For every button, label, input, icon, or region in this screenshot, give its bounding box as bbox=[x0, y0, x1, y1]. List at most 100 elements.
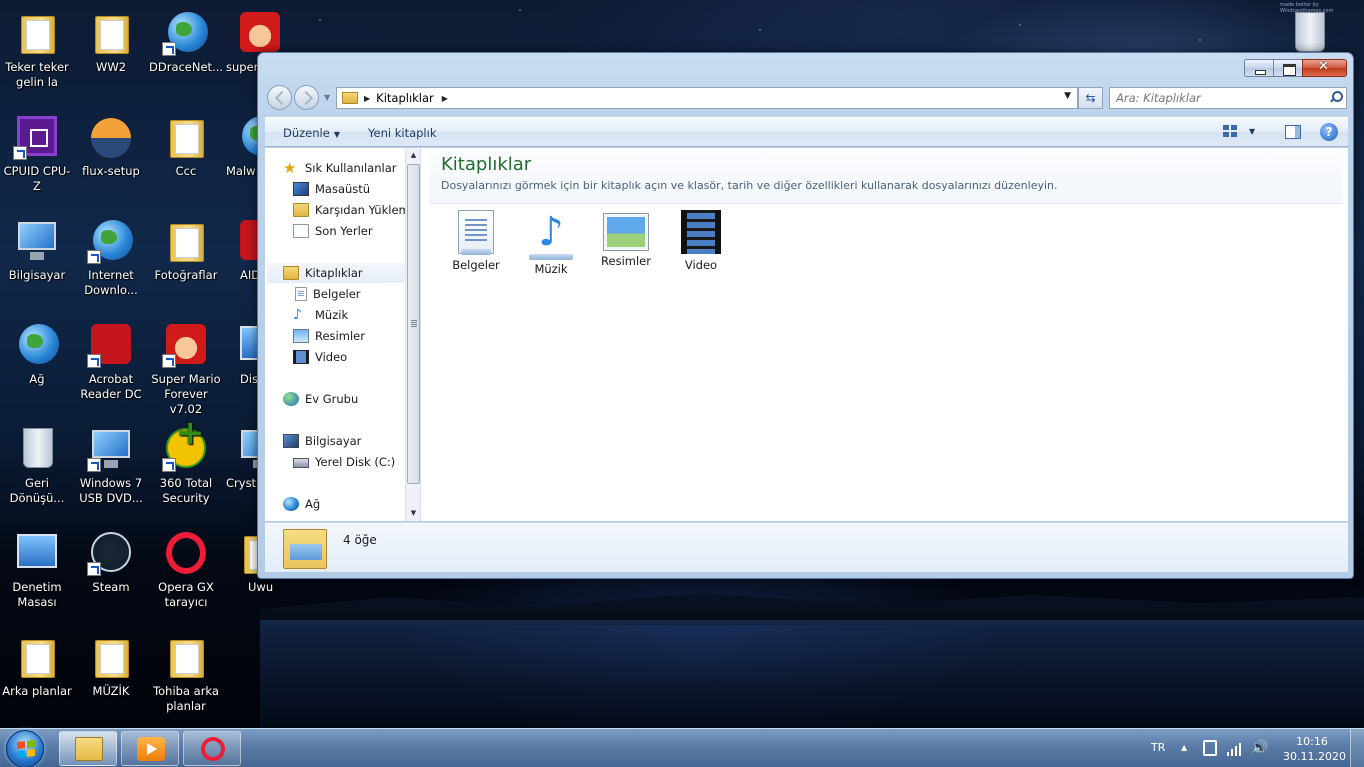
library-videos[interactable]: Video bbox=[666, 210, 736, 272]
nav-item-label: Video bbox=[315, 350, 348, 364]
nav-item-network[interactable]: Ağ bbox=[283, 494, 320, 514]
address-bar[interactable]: ▶ Kitaplıklar ▶ ▼ bbox=[336, 87, 1078, 109]
library-label: Müzik bbox=[534, 262, 568, 276]
main-pane: Kitaplıklar Dosyalarınızı görmek için bi… bbox=[422, 148, 1348, 521]
folder-icon bbox=[170, 224, 204, 262]
search-icon[interactable] bbox=[1329, 91, 1343, 103]
refresh-button[interactable]: ⇆ bbox=[1078, 87, 1103, 109]
library-pictures[interactable]: Resimler bbox=[591, 210, 661, 268]
back-button[interactable] bbox=[267, 85, 292, 110]
command-bar: Düzenle ▼ Yeni kitaplık ▼ ? bbox=[265, 117, 1348, 147]
content-area: ★ Sık Kullanılanlar Masaüstü Karşıdan Yü… bbox=[265, 148, 1348, 521]
change-view-icon[interactable] bbox=[1223, 125, 1239, 139]
desktop-icon-idm[interactable]: Internet Downlo... bbox=[74, 216, 148, 298]
nav-item-libraries[interactable]: Kitaplıklar bbox=[267, 263, 405, 283]
desktop-icon-super-mario[interactable]: Super Mario Forever v7.02 bbox=[149, 320, 223, 417]
shortcut-arrow-icon bbox=[162, 458, 176, 472]
desktop-icon-ccc[interactable]: Ccc bbox=[149, 112, 223, 179]
breadcrumb-arrow-icon[interactable]: ▶ bbox=[364, 94, 370, 103]
nav-item-label: Belgeler bbox=[313, 287, 361, 301]
nav-item-favorites[interactable]: ★ Sık Kullanılanlar bbox=[283, 158, 397, 178]
desktop-icon-computer[interactable]: Bilgisayar bbox=[0, 216, 74, 283]
shortcut-arrow-icon bbox=[87, 562, 101, 576]
star-icon: ★ bbox=[283, 159, 297, 177]
desktop-icon-label: Ccc bbox=[175, 164, 197, 178]
scroll-up-icon[interactable]: ▲ bbox=[406, 148, 420, 163]
desktop-icon-360-security[interactable]: 360 Total Security bbox=[149, 424, 223, 506]
forward-button[interactable] bbox=[294, 85, 319, 110]
desktop-icon-fotograflar[interactable]: Fotoğraflar bbox=[149, 216, 223, 283]
search-box[interactable] bbox=[1109, 87, 1347, 109]
network-signal-icon[interactable] bbox=[1227, 740, 1241, 756]
desktop-icon-label: Super Mario Forever v7.02 bbox=[151, 372, 221, 416]
view-options-dropdown-icon[interactable]: ▼ bbox=[1249, 127, 1255, 136]
nav-item-downloads[interactable]: Karşıdan Yüklemeler bbox=[293, 200, 420, 220]
desktop-icon-label: CPUID CPU-Z bbox=[3, 164, 71, 193]
nav-item-local-disk[interactable]: Yerel Disk (C:) bbox=[293, 452, 395, 472]
desktop-icon-network[interactable]: Ağ bbox=[0, 320, 74, 387]
recent-pages-dropdown-icon[interactable]: ▼ bbox=[324, 93, 330, 102]
desktop-icon-ww2[interactable]: WW2 bbox=[74, 8, 148, 75]
nav-pane-scrollbar[interactable]: ▲ ▼ bbox=[405, 148, 420, 521]
nav-item-videos[interactable]: Video bbox=[293, 347, 347, 367]
desktop-icon-acrobat[interactable]: Acrobat Reader DC bbox=[74, 320, 148, 402]
shortcut-arrow-icon bbox=[162, 354, 176, 368]
recycle-bin-top-right-icon[interactable] bbox=[1292, 12, 1328, 52]
nav-item-recent-places[interactable]: Son Yerler bbox=[293, 221, 373, 241]
nav-item-desktop[interactable]: Masaüstü bbox=[293, 179, 370, 199]
desktop-icon-tohiba[interactable]: Tohiba arka planlar bbox=[149, 632, 223, 714]
desktop-icon-muzik[interactable]: MÜZİK bbox=[74, 632, 148, 699]
taskbar-app-explorer[interactable] bbox=[59, 731, 117, 766]
nav-item-computer[interactable]: Bilgisayar bbox=[283, 431, 361, 451]
maximize-button[interactable] bbox=[1273, 59, 1303, 77]
nav-item-documents[interactable]: Belgeler bbox=[293, 284, 361, 304]
breadcrumb-libraries[interactable]: Kitaplıklar bbox=[376, 91, 434, 105]
desktop-icon-opera-gx[interactable]: Opera GX tarayıcı bbox=[149, 528, 223, 610]
desktop-icon-steam[interactable]: Steam bbox=[74, 528, 148, 595]
action-center-flag-icon[interactable] bbox=[1203, 740, 1217, 756]
downloads-folder-icon bbox=[293, 203, 309, 217]
library-label: Video bbox=[684, 258, 718, 272]
nav-item-music[interactable]: ♪ Müzik bbox=[293, 305, 348, 325]
desktop-icon-ddracenet[interactable]: DDraceNet... bbox=[149, 8, 223, 75]
library-music[interactable]: ♪ Müzik bbox=[516, 210, 586, 276]
desktop-icon-flux[interactable]: flux-setup bbox=[74, 112, 148, 179]
language-indicator[interactable]: TR bbox=[1151, 741, 1165, 754]
start-button[interactable] bbox=[6, 730, 44, 767]
desktop-icon-win7-usb[interactable]: Windows 7 USB DVD... bbox=[74, 424, 148, 506]
nav-item-pictures[interactable]: Resimler bbox=[293, 326, 365, 346]
desktop-icon-cpuz[interactable]: CPUID CPU-Z bbox=[0, 112, 74, 194]
details-pane: 4 öğe bbox=[265, 522, 1348, 572]
scroll-down-icon[interactable]: ▼ bbox=[406, 506, 420, 521]
new-library-button[interactable]: Yeni kitaplık bbox=[368, 126, 436, 140]
help-icon[interactable]: ? bbox=[1320, 123, 1338, 141]
explorer-window[interactable]: ▼ ▶ Kitaplıklar ▶ ▼ ⇆ Düzenle▼ Yeni kita… bbox=[257, 52, 1354, 579]
usb-tool-icon bbox=[92, 430, 130, 468]
scrollbar-thumb[interactable] bbox=[407, 164, 420, 484]
show-desktop-button[interactable] bbox=[1350, 729, 1364, 767]
desktop-icon-label: Arka planlar bbox=[2, 684, 72, 698]
organize-button[interactable]: Düzenle ▼ bbox=[283, 126, 340, 140]
clock[interactable]: 10:16 30.11.2020 bbox=[1283, 734, 1346, 764]
search-input[interactable] bbox=[1110, 88, 1320, 108]
desktop-icon-arka-planlar[interactable]: Arka planlar bbox=[0, 632, 74, 699]
address-dropdown-icon[interactable]: ▼ bbox=[1064, 91, 1071, 101]
desktop-icon-recycle-bin[interactable]: Geri Dönüşü... bbox=[0, 424, 74, 506]
library-documents[interactable]: Belgeler bbox=[441, 210, 511, 272]
desktop-icon-label: Uwu bbox=[248, 580, 274, 594]
preview-pane-icon[interactable] bbox=[1285, 125, 1301, 139]
desktop-icon-teker-teker[interactable]: Teker teker gelin la bbox=[0, 8, 74, 90]
close-button[interactable] bbox=[1302, 59, 1347, 77]
nav-item-homegroup[interactable]: Ev Grubu bbox=[283, 389, 358, 409]
volume-icon[interactable]: 🔊 bbox=[1251, 740, 1268, 756]
minimize-button[interactable] bbox=[1244, 59, 1274, 77]
desktop-icon-control-panel[interactable]: Denetim Masası bbox=[0, 528, 74, 610]
taskbar-app-media-player[interactable] bbox=[121, 731, 179, 766]
flux-icon bbox=[91, 118, 131, 158]
taskbar-app-opera[interactable] bbox=[183, 731, 241, 766]
clock-date: 30.11.2020 bbox=[1283, 750, 1346, 763]
show-hidden-icons-icon[interactable]: ▲ bbox=[1181, 743, 1187, 752]
computer-icon bbox=[283, 434, 299, 448]
shortcut-arrow-icon bbox=[13, 146, 27, 160]
breadcrumb-arrow-icon[interactable]: ▶ bbox=[442, 94, 448, 103]
